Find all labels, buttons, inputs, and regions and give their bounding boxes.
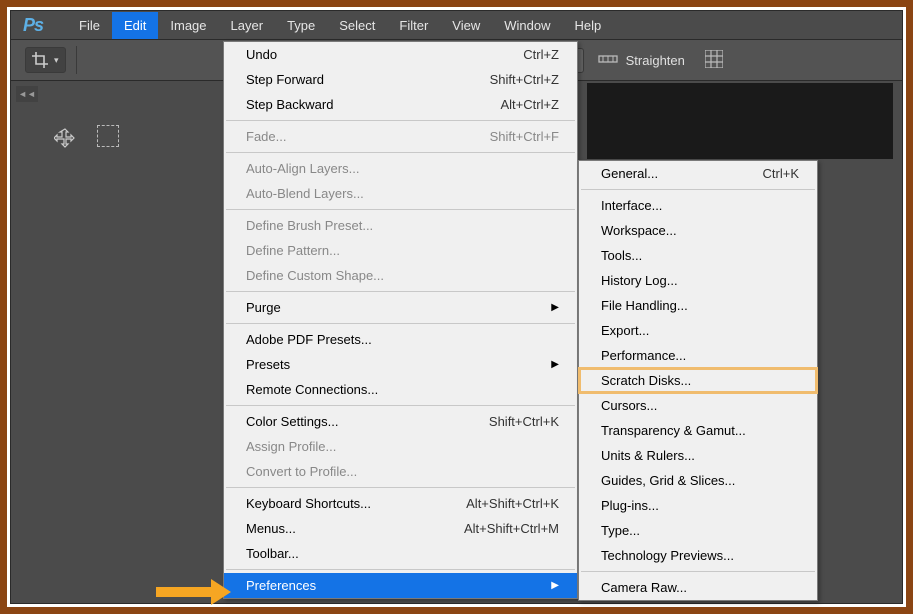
separator xyxy=(581,571,815,572)
menu-step-backward[interactable]: Step BackwardAlt+Ctrl+Z xyxy=(224,92,577,117)
menu-custom-shape: Define Custom Shape... xyxy=(224,263,577,288)
menu-auto-align: Auto-Align Layers... xyxy=(224,156,577,181)
chevron-down-icon: ▾ xyxy=(54,55,59,66)
move-icon[interactable] xyxy=(51,125,79,153)
menu-assign-profile: Assign Profile... xyxy=(224,434,577,459)
pref-scratch-disks[interactable]: Scratch Disks... xyxy=(579,368,817,393)
photoshop-window: Ps File Edit Image Layer Type Select Fil… xyxy=(10,10,903,604)
menu-remote-connections[interactable]: Remote Connections... xyxy=(224,377,577,402)
grid-icon[interactable] xyxy=(705,50,723,71)
menu-type[interactable]: Type xyxy=(275,12,327,39)
separator xyxy=(226,569,575,570)
separator xyxy=(581,189,815,190)
menu-preferences[interactable]: Preferences▶ xyxy=(224,573,577,598)
menu-define-pattern: Define Pattern... xyxy=(224,238,577,263)
annotation-arrow xyxy=(156,579,231,605)
pref-workspace[interactable]: Workspace... xyxy=(579,218,817,243)
submenu-arrow-icon: ▶ xyxy=(541,577,559,594)
pref-guides-grid-slices[interactable]: Guides, Grid & Slices... xyxy=(579,468,817,493)
separator xyxy=(226,209,575,210)
menu-purge[interactable]: Purge▶ xyxy=(224,295,577,320)
menu-select[interactable]: Select xyxy=(327,12,387,39)
menu-color-settings[interactable]: Color Settings...Shift+Ctrl+K xyxy=(224,409,577,434)
separator xyxy=(226,291,575,292)
app-logo: Ps xyxy=(23,15,43,36)
preferences-submenu: General...Ctrl+K Interface... Workspace.… xyxy=(578,160,818,601)
menu-convert-profile: Convert to Profile... xyxy=(224,459,577,484)
pref-performance[interactable]: Performance... xyxy=(579,343,817,368)
menu-undo[interactable]: UndoCtrl+Z xyxy=(224,42,577,67)
menu-fade: Fade...Shift+Ctrl+F xyxy=(224,124,577,149)
menu-auto-blend: Auto-Blend Layers... xyxy=(224,181,577,206)
menu-image[interactable]: Image xyxy=(158,12,218,39)
crop-icon xyxy=(32,52,48,68)
menu-presets[interactable]: Presets▶ xyxy=(224,352,577,377)
pref-units-rulers[interactable]: Units & Rulers... xyxy=(579,443,817,468)
menu-edit[interactable]: Edit xyxy=(112,12,158,39)
straighten-label[interactable]: Straighten xyxy=(626,53,685,68)
canvas-area xyxy=(587,83,893,159)
floating-tools xyxy=(51,125,119,153)
pref-type[interactable]: Type... xyxy=(579,518,817,543)
menu-keyboard-shortcuts[interactable]: Keyboard Shortcuts...Alt+Shift+Ctrl+K xyxy=(224,491,577,516)
submenu-arrow-icon: ▶ xyxy=(541,356,559,373)
submenu-arrow-icon: ▶ xyxy=(541,299,559,316)
menu-menus[interactable]: Menus...Alt+Shift+Ctrl+M xyxy=(224,516,577,541)
menu-pdf-presets[interactable]: Adobe PDF Presets... xyxy=(224,327,577,352)
straighten-icon[interactable] xyxy=(598,52,618,69)
menu-step-forward[interactable]: Step ForwardShift+Ctrl+Z xyxy=(224,67,577,92)
separator xyxy=(226,323,575,324)
pref-file-handling[interactable]: File Handling... xyxy=(579,293,817,318)
pref-cursors[interactable]: Cursors... xyxy=(579,393,817,418)
artboard-icon[interactable] xyxy=(97,125,119,147)
menubar: Ps File Edit Image Layer Type Select Fil… xyxy=(11,11,902,39)
separator xyxy=(226,120,575,121)
menu-brush-preset: Define Brush Preset... xyxy=(224,213,577,238)
divider xyxy=(76,46,77,74)
pref-technology-previews[interactable]: Technology Previews... xyxy=(579,543,817,568)
pref-plugins[interactable]: Plug-ins... xyxy=(579,493,817,518)
pref-export[interactable]: Export... xyxy=(579,318,817,343)
panel-collapse-tab[interactable]: ◄◄ xyxy=(16,86,38,102)
pref-history-log[interactable]: History Log... xyxy=(579,268,817,293)
pref-transparency-gamut[interactable]: Transparency & Gamut... xyxy=(579,418,817,443)
pref-general[interactable]: General...Ctrl+K xyxy=(579,161,817,186)
menu-toolbar[interactable]: Toolbar... xyxy=(224,541,577,566)
edit-menu-dropdown: UndoCtrl+Z Step ForwardShift+Ctrl+Z Step… xyxy=(223,41,578,599)
screenshot-frame: Ps File Edit Image Layer Type Select Fil… xyxy=(7,7,906,607)
separator xyxy=(226,152,575,153)
crop-tool-picker[interactable]: ▾ xyxy=(25,47,66,73)
menu-filter[interactable]: Filter xyxy=(387,12,440,39)
pref-tools[interactable]: Tools... xyxy=(579,243,817,268)
menu-window[interactable]: Window xyxy=(492,12,562,39)
menu-file[interactable]: File xyxy=(67,12,112,39)
pref-camera-raw[interactable]: Camera Raw... xyxy=(579,575,817,600)
menu-view[interactable]: View xyxy=(440,12,492,39)
separator xyxy=(226,405,575,406)
menu-help[interactable]: Help xyxy=(562,12,613,39)
menu-layer[interactable]: Layer xyxy=(219,12,276,39)
pref-interface[interactable]: Interface... xyxy=(579,193,817,218)
separator xyxy=(226,487,575,488)
